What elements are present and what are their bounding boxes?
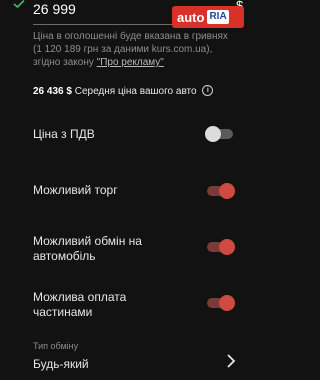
vat-option-label: Ціна з ПДВ bbox=[33, 127, 95, 141]
exchange-type-select[interactable]: Будь-який bbox=[33, 357, 89, 371]
chevron-right-icon[interactable] bbox=[226, 353, 236, 369]
exchange-type-label: Тип обміну bbox=[33, 341, 79, 351]
logo-ria-text: RIA bbox=[207, 10, 229, 24]
advertising-law-link[interactable]: "Про рекламу" bbox=[97, 57, 164, 68]
bargain-toggle-knob bbox=[219, 183, 235, 199]
check-icon bbox=[13, 0, 25, 8]
logo-auto-text: auto bbox=[177, 9, 205, 25]
installments-option-label: Можлива оплата частинами bbox=[33, 290, 127, 319]
bargain-option-label: Можливий торг bbox=[33, 183, 118, 197]
vat-toggle[interactable] bbox=[205, 126, 233, 142]
price-note: Ціна в оголошенні буде вказана в гривнях… bbox=[33, 30, 239, 69]
exchange-toggle-knob bbox=[219, 239, 235, 255]
autoria-logo: auto RIA bbox=[172, 6, 244, 28]
info-icon[interactable]: i bbox=[202, 85, 214, 96]
bargain-toggle[interactable] bbox=[207, 183, 235, 199]
exchange-option-label: Можливий обмін на автомобіль bbox=[33, 234, 142, 263]
average-price: 26 436 $ Середня ціна вашого авто i bbox=[33, 85, 214, 98]
exchange-toggle[interactable] bbox=[207, 239, 235, 255]
average-price-label: Середня ціна вашого авто bbox=[74, 86, 197, 98]
installments-toggle-knob bbox=[219, 295, 235, 311]
vat-toggle-knob bbox=[205, 126, 221, 142]
installments-toggle[interactable] bbox=[207, 295, 235, 311]
price-input[interactable]: 26 999 bbox=[33, 0, 183, 18]
average-price-amount: 26 436 $ bbox=[33, 86, 72, 98]
